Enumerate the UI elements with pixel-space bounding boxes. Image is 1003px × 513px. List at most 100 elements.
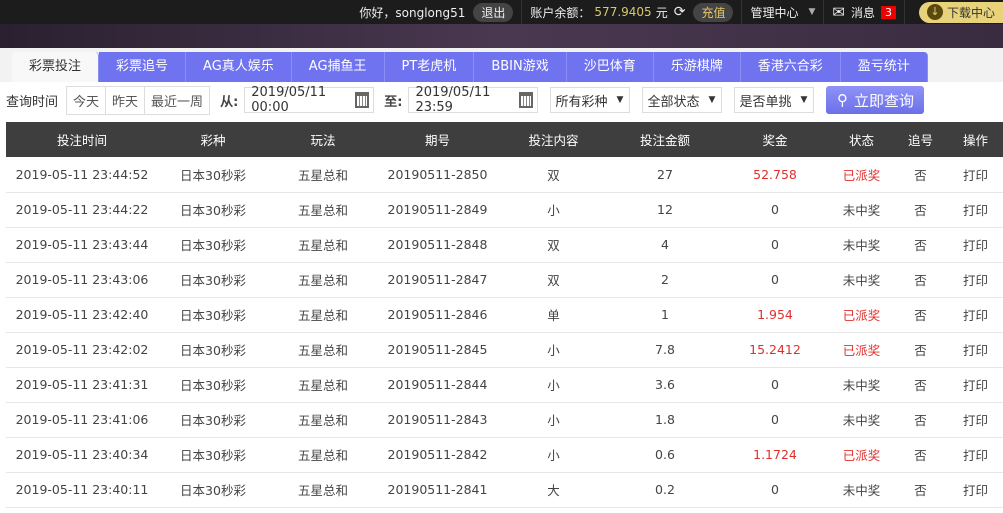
- print-link[interactable]: 打印: [948, 437, 1003, 473]
- table-cell: 日本30秒彩: [158, 472, 268, 508]
- from-date-input[interactable]: 2019/05/11 00:00: [244, 85, 375, 115]
- calendar-icon[interactable]: [518, 92, 534, 108]
- logout-button[interactable]: 退出: [473, 2, 514, 22]
- admin-label: 管理中心: [750, 5, 799, 20]
- table-cell: 否: [893, 262, 948, 298]
- table-cell: 0: [720, 192, 830, 228]
- table-row: 2019-05-11 23:43:06 日本30秒彩 五星总和 20190511-28…: [6, 262, 1003, 298]
- tab-4[interactable]: PT老虎机: [384, 52, 475, 82]
- table-cell: 20190511-2846: [378, 297, 497, 333]
- tab-1[interactable]: 彩票追号: [99, 52, 187, 82]
- table-row: 2019-05-11 23:40:34 日本30秒彩 五星总和 20190511-28…: [6, 437, 1003, 473]
- tab-7[interactable]: 乐游棋牌: [653, 52, 741, 82]
- table-cell: 2019-05-11 23:44:22: [6, 192, 158, 228]
- today-button[interactable]: 今天: [67, 86, 107, 114]
- print-link[interactable]: 打印: [948, 227, 1003, 263]
- table-cell: 未中奖: [830, 402, 893, 438]
- print-link[interactable]: 打印: [948, 297, 1003, 333]
- table-cell: 27: [610, 157, 720, 193]
- refresh-icon[interactable]: ⟳: [674, 4, 686, 20]
- table-cell: 1.954: [720, 297, 830, 333]
- table-cell: 20190511-2848: [378, 227, 497, 263]
- print-link[interactable]: 打印: [948, 262, 1003, 298]
- mail-icon: ✉: [832, 3, 845, 21]
- tab-8[interactable]: 香港六合彩: [740, 52, 841, 82]
- print-link[interactable]: 打印: [948, 157, 1003, 193]
- table-cell: 4: [610, 227, 720, 263]
- table-cell: 日本30秒彩: [158, 262, 268, 298]
- table-cell: 五星总和: [268, 402, 378, 438]
- table-cell: 五星总和: [268, 227, 378, 263]
- table-cell: 大: [497, 472, 610, 508]
- query-time-label: 查询时间: [6, 94, 59, 110]
- table-row: 2019-05-11 23:43:44 日本30秒彩 五星总和 20190511-28…: [6, 227, 1003, 263]
- table-row: 2019-05-11 23:42:02 日本30秒彩 五星总和 20190511-28…: [6, 332, 1003, 368]
- table-cell: 日本30秒彩: [158, 157, 268, 193]
- table-cell: 0: [720, 227, 830, 263]
- admin-menu[interactable]: 管理中心 ▼: [741, 0, 823, 24]
- table-cell: 2: [610, 262, 720, 298]
- column-header: 投注金额: [610, 122, 720, 157]
- tab-2[interactable]: AG真人娱乐: [186, 52, 292, 82]
- header-banner: [0, 24, 1003, 48]
- table-cell: 否: [893, 297, 948, 333]
- tab-bar: 彩票投注 彩票追号 AG真人娱乐 AG捕鱼王 PT老虎机 BBIN游戏 沙巴体育 乐游棋牌 香港…: [0, 48, 1003, 82]
- print-link[interactable]: 打印: [948, 402, 1003, 438]
- table-cell: 未中奖: [830, 227, 893, 263]
- greeting: 你好，songlong51: [359, 5, 466, 20]
- table-cell: 0: [720, 402, 830, 438]
- lottery-select[interactable]: 所有彩种 ▼: [550, 87, 631, 113]
- table-cell: 20190511-2844: [378, 367, 497, 403]
- table-cell: 五星总和: [268, 367, 378, 403]
- table-cell: 小: [497, 437, 610, 473]
- calendar-icon[interactable]: [354, 92, 370, 108]
- top-bar: 你好，songlong51 退出 账户余额： 577.9405 元 ⟳ 充值 管理中心 ▼ …: [0, 0, 1003, 24]
- table-cell: 2019-05-11 23:43:44: [6, 227, 158, 263]
- table-cell: 五星总和: [268, 472, 378, 508]
- table-header: 投注时间 彩种 玩法 期号 投注内容 投注金额 奖金 状态 追号 操作: [6, 122, 1003, 157]
- to-date-input[interactable]: 2019/05/11 23:59: [408, 85, 539, 115]
- print-link[interactable]: 打印: [948, 332, 1003, 368]
- table-cell: 否: [893, 332, 948, 368]
- table-cell: 否: [893, 192, 948, 228]
- table-row: 2019-05-11 23:41:06 日本30秒彩 五星总和 20190511-28…: [6, 402, 1003, 438]
- table-cell: 已派奖: [830, 297, 893, 333]
- table-cell: 双: [497, 262, 610, 298]
- status-select[interactable]: 全部状态 ▼: [642, 87, 723, 113]
- dropdown-arrow-icon: ▼: [708, 95, 716, 105]
- print-link[interactable]: 打印: [948, 367, 1003, 403]
- table-cell: 20190511-2842: [378, 437, 497, 473]
- messages-link[interactable]: ✉ 消息 3: [823, 0, 904, 24]
- recharge-button[interactable]: 充值: [693, 2, 734, 22]
- column-header: 状态: [830, 122, 893, 157]
- tab-9[interactable]: 盈亏统计: [840, 52, 928, 82]
- table-cell: 0.2: [610, 472, 720, 508]
- table-cell: 1: [610, 297, 720, 333]
- table-cell: 2019-05-11 23:42:02: [6, 332, 158, 368]
- table-cell: 双: [497, 227, 610, 263]
- table-cell: 否: [893, 367, 948, 403]
- tab-3[interactable]: AG捕鱼王: [291, 52, 385, 82]
- tab-6[interactable]: 沙巴体育: [566, 52, 654, 82]
- table-cell: 否: [893, 472, 948, 508]
- table-cell: 2019-05-11 23:41:06: [6, 402, 158, 438]
- table-cell: 已派奖: [830, 332, 893, 368]
- balance-value: 577.9405: [594, 5, 652, 19]
- filter-bar: 查询时间 今天 昨天 最近一周 从: 2019/05/11 00:00 至: 201…: [0, 82, 1003, 118]
- single-select[interactable]: 是否单挑 ▼: [734, 87, 815, 113]
- query-button[interactable]: ⚲ 立即查询: [826, 86, 925, 114]
- table-cell: 7.8: [610, 332, 720, 368]
- table-cell: 2019-05-11 23:42:40: [6, 297, 158, 333]
- bet-table: 投注时间 彩种 玩法 期号 投注内容 投注金额 奖金 状态 追号 操作 2019-05-11 23…: [6, 122, 1003, 508]
- yesterday-button[interactable]: 昨天: [106, 86, 146, 114]
- table-cell: 20190511-2841: [378, 472, 497, 508]
- week-button[interactable]: 最近一周: [145, 87, 209, 114]
- tab-5[interactable]: BBIN游戏: [474, 52, 567, 82]
- print-link[interactable]: 打印: [948, 472, 1003, 508]
- table-cell: 20190511-2843: [378, 402, 497, 438]
- download-button[interactable]: ↓ 下载中心: [918, 1, 1003, 23]
- download-label: 下载中心: [946, 5, 995, 20]
- tab-0[interactable]: 彩票投注: [12, 52, 100, 82]
- print-link[interactable]: 打印: [948, 192, 1003, 228]
- table-cell: 12: [610, 192, 720, 228]
